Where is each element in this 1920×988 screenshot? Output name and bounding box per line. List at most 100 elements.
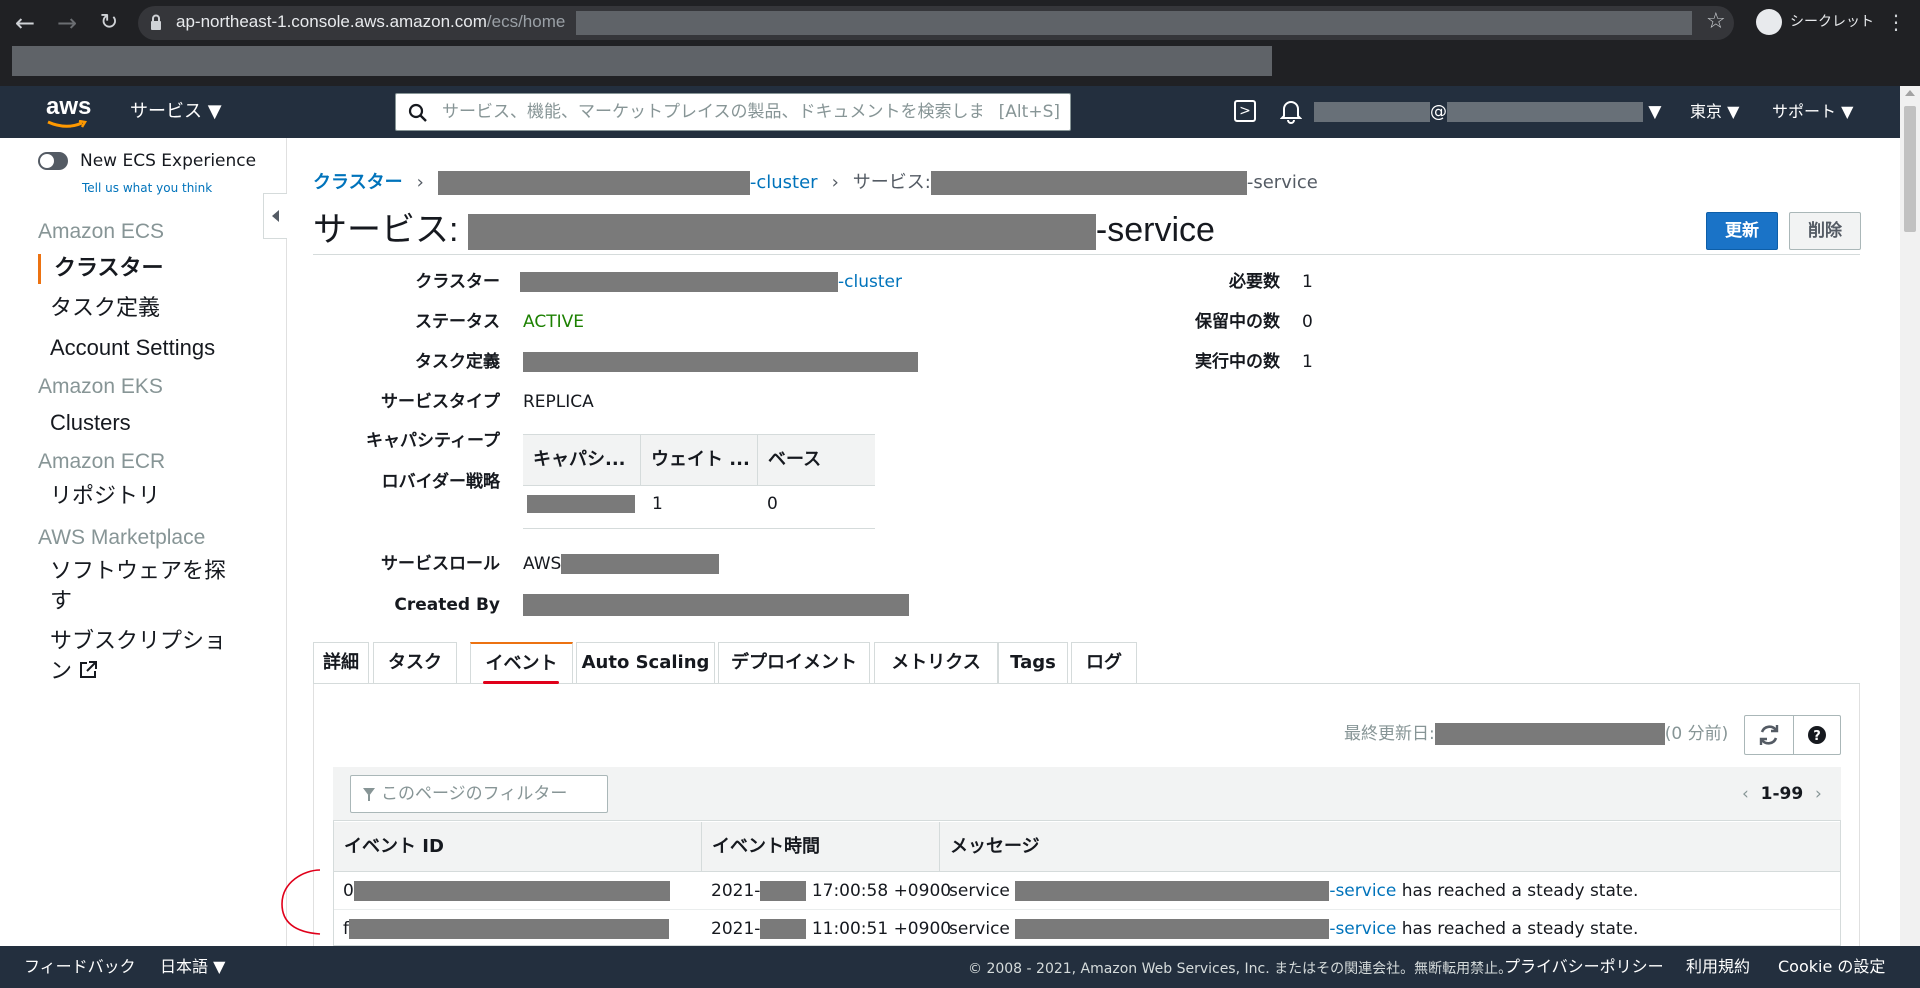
redacted-created-by bbox=[523, 594, 909, 616]
capacity-strategy-label-1: キャパシティープ bbox=[366, 431, 500, 451]
delete-button[interactable]: 削除 bbox=[1789, 212, 1861, 250]
cluster-link[interactable]: -cluster bbox=[838, 272, 902, 292]
sidebar-item-account-settings[interactable]: Account Settings bbox=[50, 333, 215, 363]
event-message: service -service has reached a steady st… bbox=[949, 917, 1638, 941]
incognito-indicator[interactable]: シークレット bbox=[1756, 8, 1874, 36]
event-time-suffix: 11:00:51 +0900 bbox=[811, 919, 952, 939]
sidebar-item-clusters[interactable]: クラスター bbox=[54, 253, 164, 283]
redacted-service-role bbox=[561, 554, 720, 574]
feedback-link[interactable]: Tell us what you think bbox=[82, 180, 212, 196]
events-header-row bbox=[334, 822, 1840, 872]
task-definition-value[interactable] bbox=[523, 350, 918, 374]
capacity-col-provider[interactable]: キャパシ... bbox=[523, 434, 641, 486]
breadcrumb-clusters[interactable]: クラスター bbox=[313, 172, 403, 193]
redacted-cluster bbox=[520, 272, 838, 292]
sidebar-item-task-definitions[interactable]: タスク定義 bbox=[50, 293, 160, 323]
breadcrumb-service-prefix: サービス: bbox=[852, 172, 931, 193]
col-message[interactable]: メッセージ bbox=[940, 822, 1040, 872]
update-button[interactable]: 更新 bbox=[1706, 212, 1778, 250]
scroll-up-icon[interactable] bbox=[1905, 90, 1915, 96]
privacy-link[interactable]: プライバシーポリシー bbox=[1504, 956, 1664, 978]
next-page-icon[interactable]: › bbox=[1815, 784, 1822, 804]
tab-tasks[interactable]: タスク bbox=[373, 642, 457, 684]
redacted-timestamp bbox=[1434, 723, 1665, 745]
capacity-col-base[interactable]: ベース bbox=[758, 434, 875, 486]
help-icon: ? bbox=[1808, 726, 1826, 744]
feedback-link[interactable]: フィードバック bbox=[24, 956, 136, 978]
created-by-label: Created By bbox=[394, 595, 500, 615]
event-time-prefix: 2021- bbox=[711, 919, 761, 939]
sidebar-item-eks-clusters[interactable]: Clusters bbox=[50, 408, 131, 438]
help-button[interactable]: ? bbox=[1793, 715, 1841, 755]
terms-link[interactable]: 利用規約 bbox=[1686, 956, 1750, 978]
star-icon[interactable]: ☆ bbox=[1706, 8, 1726, 36]
tab-auto-scaling[interactable]: Auto Scaling bbox=[576, 642, 715, 684]
refresh-button[interactable] bbox=[1744, 715, 1794, 755]
prev-page-icon[interactable]: ‹ bbox=[1742, 784, 1749, 804]
support-menu[interactable]: サポート ▼ bbox=[1772, 100, 1853, 124]
tab-deployments[interactable]: デプロイメント bbox=[718, 642, 870, 684]
service-type-label: サービスタイプ bbox=[381, 392, 500, 412]
lock-icon bbox=[151, 14, 161, 30]
message-suffix: has reached a steady state. bbox=[1401, 881, 1639, 901]
capacity-provider-cell bbox=[527, 492, 635, 516]
cloudshell-icon[interactable]: > bbox=[1234, 100, 1256, 122]
tab-details[interactable]: 詳細 bbox=[313, 642, 369, 684]
bell-icon[interactable] bbox=[1280, 98, 1302, 124]
filter-input[interactable]: このページのフィルター bbox=[350, 775, 608, 813]
sidebar-item-repositories[interactable]: リポジトリ bbox=[50, 481, 160, 511]
account-at: @ bbox=[1430, 102, 1447, 122]
browser-chrome: ← → ↻ ap-northeast-1.console.aws.amazon.… bbox=[0, 0, 1920, 86]
message-service-link[interactable]: -service bbox=[1329, 919, 1396, 939]
page-title-prefix: サービス: bbox=[313, 211, 459, 249]
message-service-link[interactable]: -service bbox=[1329, 881, 1396, 901]
copyright: © 2008 - 2021, Amazon Web Services, Inc.… bbox=[968, 961, 1513, 977]
language-selector[interactable]: 日本語 ▼ bbox=[160, 956, 225, 978]
event-id-prefix: 0 bbox=[343, 881, 354, 901]
reload-icon[interactable]: ↻ bbox=[94, 9, 124, 37]
sidebar: New ECS Experience Tell us what you thin… bbox=[0, 138, 287, 946]
sidebar-heading-marketplace: AWS Marketplace bbox=[38, 526, 206, 549]
capacity-provider-table: キャパシ... ウェイト ... ベース 1 0 bbox=[523, 434, 875, 529]
event-time-prefix: 2021- bbox=[711, 881, 761, 901]
scrollbar-thumb[interactable] bbox=[1904, 106, 1916, 232]
event-time: 2021- 17:00:58 +0900 bbox=[711, 879, 951, 903]
breadcrumb: クラスター › -cluster › サービス: -service bbox=[313, 170, 1318, 196]
redacted-cluster-name bbox=[437, 171, 750, 195]
sidebar-heading-ecs: Amazon ECS bbox=[38, 220, 165, 243]
redacted-service-name bbox=[930, 171, 1247, 195]
aws-logo[interactable]: aws bbox=[46, 94, 91, 120]
tab-events[interactable]: イベント bbox=[470, 642, 573, 684]
sidebar-item-discover-software[interactable]: ソフトウェアを探す bbox=[50, 556, 226, 616]
services-menu[interactable]: サービス ▼ bbox=[130, 100, 222, 124]
capacity-col-weight[interactable]: ウェイト ... bbox=[641, 434, 758, 486]
sidebar-item-subscriptions[interactable]: サブスクリプション bbox=[50, 626, 226, 686]
event-time: 2021- 11:00:51 +0900 bbox=[711, 917, 951, 941]
breadcrumb-cluster[interactable]: -cluster bbox=[750, 172, 818, 193]
col-event-id[interactable]: イベント ID bbox=[334, 822, 444, 872]
status-value: ACTIVE bbox=[523, 312, 584, 332]
account-menu[interactable]: @ ▼ bbox=[1314, 102, 1661, 124]
new-experience-label: New ECS Experience bbox=[80, 151, 257, 171]
collapse-sidebar-button[interactable] bbox=[263, 193, 287, 239]
page-scrollbar[interactable] bbox=[1900, 86, 1920, 946]
caret-left-icon bbox=[272, 210, 279, 222]
pagination: ‹ 1-99 › bbox=[1742, 782, 1822, 806]
tab-tags[interactable]: Tags bbox=[998, 642, 1068, 684]
search-input[interactable]: サービス、機能、マーケットプレイスの製品、ドキュメントを検索します [Alt+S… bbox=[395, 93, 1071, 131]
pending-count-label: 保留中の数 bbox=[1195, 312, 1280, 332]
back-icon[interactable]: ← bbox=[10, 9, 40, 37]
tab-metrics[interactable]: メトリクス bbox=[874, 642, 998, 684]
desired-count-label: 必要数 bbox=[1229, 272, 1280, 292]
cookie-settings-link[interactable]: Cookie の設定 bbox=[1778, 956, 1885, 978]
region-menu[interactable]: 東京 ▼ bbox=[1690, 100, 1739, 124]
new-experience-toggle[interactable] bbox=[38, 152, 68, 170]
url-path: /ecs/home bbox=[486, 12, 566, 31]
forward-icon[interactable]: → bbox=[52, 9, 82, 37]
col-event-time[interactable]: イベント時間 bbox=[702, 822, 820, 872]
message-prefix: service bbox=[949, 919, 1010, 939]
kebab-icon[interactable]: ⋮ bbox=[1886, 8, 1906, 36]
tab-logs[interactable]: ログ bbox=[1071, 642, 1137, 684]
page-range: 1-99 bbox=[1760, 784, 1804, 804]
redacted-date bbox=[760, 881, 807, 901]
